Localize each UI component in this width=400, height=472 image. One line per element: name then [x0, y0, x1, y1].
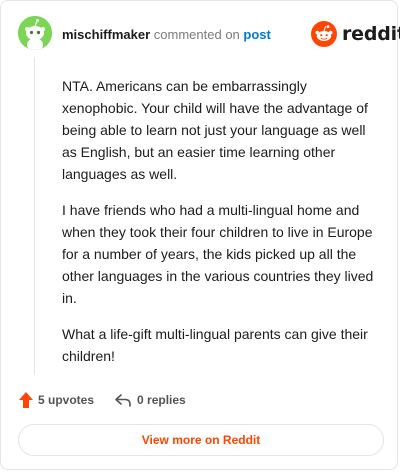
- comment-body: NTA. Americans can be embarrassingly xen…: [62, 75, 382, 381]
- upvote-count: 5 upvotes: [38, 393, 95, 407]
- reply-count: 0 replies: [137, 393, 186, 407]
- reddit-wordmark: reddit: [342, 23, 400, 45]
- comment-paragraph: NTA. Americans can be embarrassingly xen…: [62, 78, 368, 182]
- upvote-button[interactable]: 5 upvotes: [18, 391, 94, 409]
- commented-on-text: commented on: [153, 27, 240, 42]
- upvote-arrow-icon: [19, 392, 33, 408]
- reddit-snoo-icon: [311, 21, 337, 47]
- reply-arrow-icon: [115, 394, 131, 407]
- view-more-button[interactable]: View more on Reddit: [18, 424, 384, 456]
- post-link[interactable]: post: [243, 27, 270, 42]
- reddit-logo[interactable]: reddit: [311, 21, 400, 47]
- thread-line: [34, 57, 35, 375]
- reddit-comment-embed: mischiffmaker commented on post reddit N…: [0, 0, 400, 470]
- comment-header: mischiffmaker commented on post: [62, 27, 271, 43]
- comment-actions: 5 upvotes 0 replies: [18, 390, 186, 410]
- comment-paragraph: I have friends who had a multi-lingual h…: [62, 202, 374, 306]
- user-avatar[interactable]: [18, 16, 52, 50]
- comment-paragraph: What a life-gift multi-lingual parents c…: [62, 326, 368, 364]
- reply-button[interactable]: 0 replies: [114, 392, 186, 408]
- snoo-avatar-icon: [18, 16, 52, 50]
- author-name[interactable]: mischiffmaker: [62, 27, 150, 42]
- view-more-label: View more on Reddit: [141, 433, 261, 447]
